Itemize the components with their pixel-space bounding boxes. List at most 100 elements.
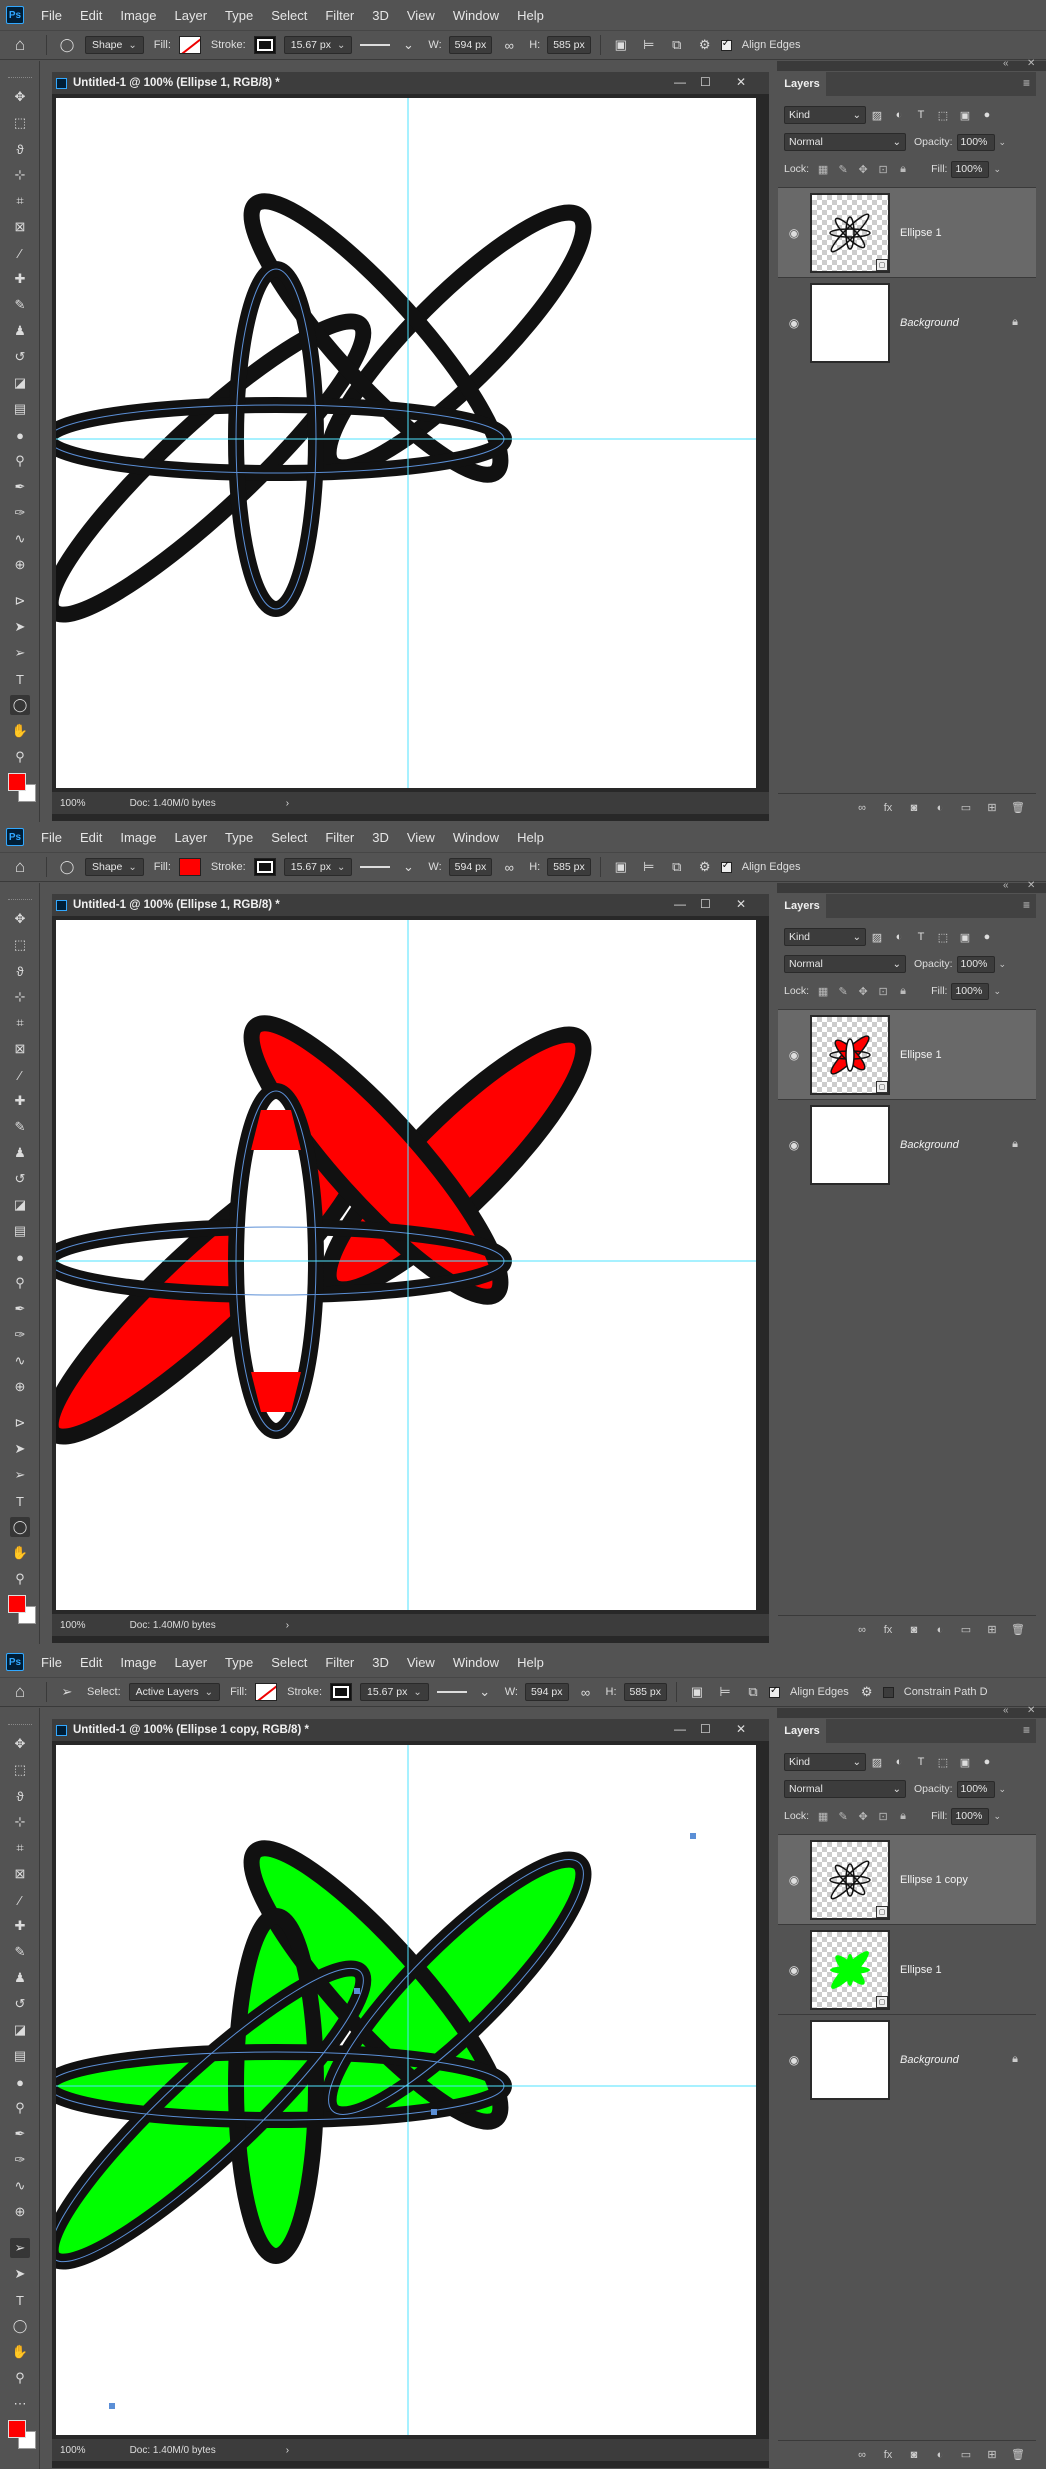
menu-window[interactable]: Window xyxy=(444,1655,508,1670)
ellipse-tool-icon[interactable]: ◯ xyxy=(10,695,30,715)
brush-tool-icon[interactable]: ✎ xyxy=(10,1942,30,1962)
kind-filter-dropdown[interactable]: Kind xyxy=(784,928,866,946)
lock-icon[interactable]: 🔒︎ xyxy=(1012,316,1018,329)
select-dropdown[interactable]: Active Layers xyxy=(128,1683,221,1701)
blur-tool-icon[interactable]: ● xyxy=(10,425,30,445)
path-arrangement-icon[interactable]: ⧉ xyxy=(742,1684,764,1700)
color-swatches[interactable] xyxy=(8,2420,38,2456)
eyedropper-tool-icon[interactable]: ⁄ xyxy=(10,1890,30,1910)
frame-tool-icon[interactable]: ⊠ xyxy=(10,1864,30,1884)
zoom-tool-icon[interactable]: ⚲ xyxy=(10,2368,30,2388)
filter-toggle-icon[interactable]: ● xyxy=(976,931,998,943)
layer-name[interactable]: Background xyxy=(900,2054,959,2066)
stroke-swatch[interactable] xyxy=(330,1683,353,1701)
panel-menu-icon[interactable]: ≡ xyxy=(1023,76,1030,90)
menu-filter[interactable]: Filter xyxy=(316,830,363,845)
stroke-type-arrow-icon[interactable]: ⌄ xyxy=(397,37,419,53)
panel-menu-icon[interactable]: ≡ xyxy=(1023,1723,1030,1737)
frame-tool-icon[interactable]: ⊠ xyxy=(10,1039,30,1059)
foreground-color-swatch[interactable] xyxy=(8,1595,26,1613)
eye-icon[interactable]: ◉ xyxy=(778,1963,810,1977)
opacity-arrow-icon[interactable]: ⌄ xyxy=(999,137,1007,148)
healing-brush-tool-icon[interactable]: ✚ xyxy=(10,269,30,289)
canvas[interactable] xyxy=(56,920,756,1610)
document-tab[interactable]: Untitled-1 @ 100% (Ellipse 1 copy, RGB/8… xyxy=(52,1719,769,1741)
group-icon[interactable]: ▭ xyxy=(958,1623,974,1636)
type-tool-icon[interactable]: T xyxy=(10,2290,30,2310)
frame-tool-icon[interactable]: ⊠ xyxy=(10,217,30,237)
anchor-point[interactable] xyxy=(431,2109,437,2115)
add-mask-icon[interactable]: ◙ xyxy=(906,1624,922,1636)
zoom-tool-icon[interactable]: ⚲ xyxy=(10,747,30,767)
height-field[interactable]: 585 px xyxy=(623,1683,668,1701)
link-layers-icon[interactable]: ∞ xyxy=(854,802,870,814)
type-tool-icon[interactable]: T xyxy=(10,1491,30,1511)
zoom-level[interactable]: 100% xyxy=(60,2445,86,2456)
pixel-filter-icon[interactable]: ▨ xyxy=(866,109,888,122)
menu-edit[interactable]: Edit xyxy=(71,830,111,845)
add-mask-icon[interactable]: ◙ xyxy=(906,2449,922,2461)
stroke-width-field[interactable]: 15.67 px xyxy=(283,858,353,876)
path-operations-icon[interactable]: ▣ xyxy=(686,1684,708,1700)
fill-arrow-icon[interactable]: ⌄ xyxy=(993,986,1001,997)
menu-view[interactable]: View xyxy=(398,8,444,23)
gear-icon[interactable]: ⚙ xyxy=(694,37,716,53)
menu-select[interactable]: Select xyxy=(262,830,316,845)
constrain-path-checkbox[interactable] xyxy=(882,1686,894,1698)
add-anchor-tool-icon[interactable]: ⊕ xyxy=(10,555,30,575)
panel-menu-icon[interactable]: ≡ xyxy=(1023,898,1030,912)
menu-select[interactable]: Select xyxy=(262,1655,316,1670)
filter-toggle-icon[interactable]: ● xyxy=(976,109,998,121)
fill-arrow-icon[interactable]: ⌄ xyxy=(993,164,1001,175)
canvas[interactable] xyxy=(56,1745,756,2435)
layer-name[interactable]: Ellipse 1 xyxy=(900,227,942,239)
ellipse-tool-preset-icon[interactable]: ◯ xyxy=(56,37,78,53)
layer-row[interactable]: ◉ Background 🔒︎ xyxy=(778,1099,1036,1189)
menu-file[interactable]: File xyxy=(32,830,71,845)
eraser-tool-icon[interactable]: ◪ xyxy=(10,2020,30,2040)
clone-stamp-tool-icon[interactable]: ♟ xyxy=(10,1968,30,1988)
link-icon[interactable]: ∞ xyxy=(498,38,520,53)
curvature-pen-tool-icon[interactable]: ∿ xyxy=(10,529,30,549)
link-layers-icon[interactable]: ∞ xyxy=(854,1624,870,1636)
eraser-tool-icon[interactable]: ◪ xyxy=(10,373,30,393)
menu-view[interactable]: View xyxy=(398,1655,444,1670)
layers-tab[interactable]: Layers xyxy=(778,72,826,96)
menu-file[interactable]: File xyxy=(32,8,71,23)
smart-object-filter-icon[interactable]: ▣ xyxy=(954,109,976,122)
link-icon[interactable]: ∞ xyxy=(575,1685,597,1700)
quick-select-tool-icon[interactable]: ⊹ xyxy=(10,165,30,185)
opacity-arrow-icon[interactable]: ⌄ xyxy=(999,1784,1007,1795)
clone-stamp-tool-icon[interactable]: ♟ xyxy=(10,1143,30,1163)
convert-point-tool-icon[interactable]: ⊳ xyxy=(10,591,30,611)
menu-view[interactable]: View xyxy=(398,830,444,845)
blend-mode-dropdown[interactable]: Normal xyxy=(784,955,906,973)
fx-icon[interactable]: fx xyxy=(880,802,896,814)
marquee-tool-icon[interactable]: ⬚ xyxy=(10,113,30,133)
zoom-level[interactable]: 100% xyxy=(60,1620,86,1631)
menu-layer[interactable]: Layer xyxy=(166,1655,217,1670)
hand-tool-icon[interactable]: ✋ xyxy=(10,721,30,741)
move-tool-icon[interactable]: ✥ xyxy=(10,87,30,107)
curvature-pen-tool-icon[interactable]: ∿ xyxy=(10,2176,30,2196)
status-menu-arrow-icon[interactable]: › xyxy=(286,798,289,809)
menu-3d[interactable]: 3D xyxy=(363,830,398,845)
eyedropper-tool-icon[interactable]: ⁄ xyxy=(10,1065,30,1085)
minimize-icon[interactable]: — xyxy=(674,897,686,911)
move-tool-icon[interactable]: ✥ xyxy=(10,1734,30,1754)
menu-select[interactable]: Select xyxy=(262,8,316,23)
fill-swatch-none[interactable] xyxy=(255,1683,278,1701)
status-menu-arrow-icon[interactable]: › xyxy=(286,2445,289,2456)
height-field[interactable]: 585 px xyxy=(547,36,591,54)
brush-tool-icon[interactable]: ✎ xyxy=(10,1117,30,1137)
eye-icon[interactable]: ◉ xyxy=(778,226,810,240)
lock-artboard-icon[interactable]: ⊡ xyxy=(873,1810,893,1823)
type-filter-icon[interactable]: T xyxy=(910,109,932,121)
collapse-panels-icon[interactable]: « xyxy=(1003,58,1009,69)
trash-icon[interactable]: 🗑︎ xyxy=(1010,2448,1026,2461)
align-edges-checkbox[interactable] xyxy=(720,860,732,873)
layer-row[interactable]: ◉ ▢ Ellipse 1 xyxy=(778,187,1036,277)
fx-icon[interactable]: fx xyxy=(880,1624,896,1636)
quick-select-tool-icon[interactable]: ⊹ xyxy=(10,987,30,1007)
quick-select-tool-icon[interactable]: ⊹ xyxy=(10,1812,30,1832)
